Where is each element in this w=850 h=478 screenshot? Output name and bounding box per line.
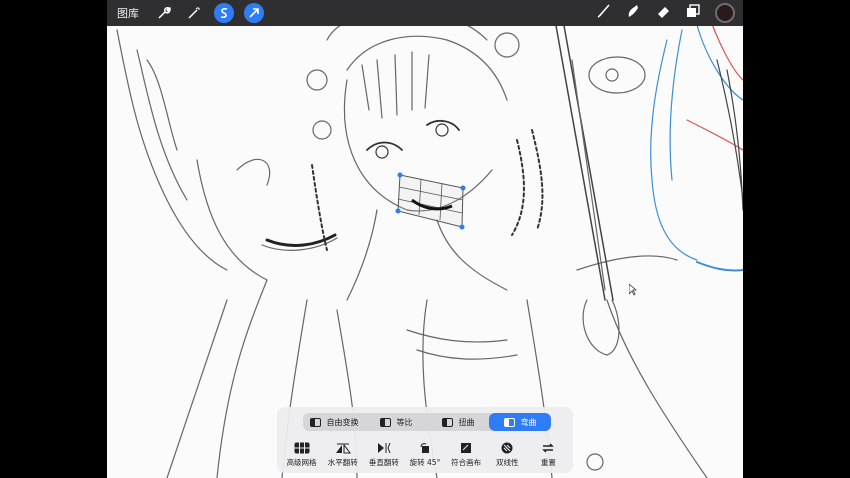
grid-icon bbox=[293, 441, 310, 455]
flip-horizontal-label: 水平翻转 bbox=[327, 458, 358, 467]
mode-distort-icon bbox=[441, 417, 453, 427]
selection-s-icon[interactable] bbox=[213, 2, 235, 24]
eraser-icon[interactable] bbox=[655, 3, 671, 23]
bilinear-button[interactable]: 双线性 bbox=[487, 441, 528, 471]
warp-mesh[interactable] bbox=[395, 172, 466, 230]
fit-canvas-icon bbox=[460, 441, 472, 455]
letterbox-right bbox=[743, 0, 850, 478]
flip-vertical-button[interactable]: 垂直翻转 bbox=[363, 441, 404, 471]
mode-warp[interactable]: 弯曲 bbox=[489, 413, 551, 431]
top-toolbar: 图库 bbox=[107, 0, 743, 26]
mode-uniform[interactable]: 等比 bbox=[365, 413, 427, 431]
fit-canvas-label: 符合画布 bbox=[451, 458, 482, 467]
gallery-button[interactable]: 图库 bbox=[117, 5, 139, 21]
flip-horizontal-icon bbox=[335, 441, 351, 455]
fit-canvas-button[interactable]: 符合画布 bbox=[446, 441, 487, 471]
smudge-icon[interactable] bbox=[625, 3, 641, 23]
reset-label: 重置 bbox=[540, 458, 556, 467]
mode-uniform-label: 等比 bbox=[396, 417, 413, 427]
flip-vertical-label: 垂直翻转 bbox=[368, 458, 399, 467]
mouse-cursor-icon bbox=[629, 284, 637, 296]
advanced-mesh-button[interactable]: 高级网格 bbox=[281, 441, 322, 471]
transform-arrow-icon[interactable] bbox=[243, 2, 265, 24]
interpolation-icon bbox=[501, 441, 513, 455]
transform-panel: 自由变换 等比 扭曲 弯曲 高级网格 水平翻转 垂直翻转 旋转 45° 符合画布… bbox=[277, 407, 573, 473]
flip-vertical-icon bbox=[377, 441, 391, 455]
rotate-45-label: 旋转 45° bbox=[409, 458, 441, 467]
reset-button[interactable]: 重置 bbox=[528, 441, 569, 471]
advanced-mesh-label: 高级网格 bbox=[286, 458, 317, 467]
letterbox-left bbox=[0, 0, 107, 478]
layers-icon[interactable] bbox=[685, 3, 701, 23]
rotate-icon bbox=[419, 441, 431, 455]
transform-tools: 高级网格 水平翻转 垂直翻转 旋转 45° 符合画布 双线性 重置 bbox=[281, 441, 569, 471]
mode-warp-icon bbox=[503, 417, 515, 427]
mode-distort-label: 扭曲 bbox=[458, 417, 475, 427]
transform-mode-selector: 自由变换 等比 扭曲 弯曲 bbox=[303, 413, 551, 431]
brush-icon[interactable] bbox=[595, 3, 611, 23]
wrench-icon[interactable] bbox=[153, 2, 175, 24]
reset-icon bbox=[541, 441, 555, 455]
magic-wand-icon[interactable] bbox=[183, 2, 205, 24]
flip-horizontal-button[interactable]: 水平翻转 bbox=[322, 441, 363, 471]
mode-freeform[interactable]: 自由变换 bbox=[303, 413, 365, 431]
mode-distort[interactable]: 扭曲 bbox=[427, 413, 489, 431]
bilinear-label: 双线性 bbox=[496, 458, 519, 467]
rotate-45-button[interactable]: 旋转 45° bbox=[404, 441, 445, 471]
mode-uniform-icon bbox=[379, 417, 391, 427]
color-swatch[interactable] bbox=[715, 3, 735, 23]
mode-warp-label: 弯曲 bbox=[520, 417, 537, 427]
mode-freeform-icon bbox=[309, 417, 321, 427]
mode-freeform-label: 自由变换 bbox=[326, 417, 359, 427]
